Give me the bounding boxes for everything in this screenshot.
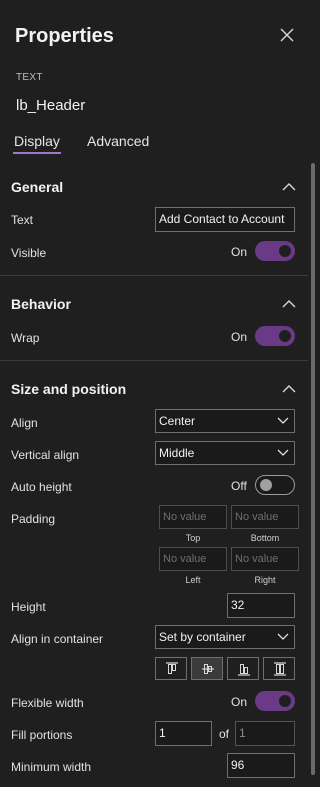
height-input[interactable]: 32 — [227, 593, 295, 618]
toggle-knob — [279, 245, 291, 257]
tab-display[interactable]: Display — [14, 133, 60, 149]
align-end-icon — [238, 664, 250, 676]
auto-height-toggle-state: Off — [231, 479, 247, 493]
visible-toggle[interactable] — [255, 241, 295, 261]
padding-top-caption: Top — [185, 533, 201, 543]
toggle-knob — [279, 330, 291, 342]
auto-height-property-label: Auto height — [11, 480, 72, 494]
padding-right-input[interactable]: No value — [231, 547, 299, 571]
minimum-width-property-label: Minimum width — [11, 760, 92, 774]
flexible-width-toggle-state: On — [231, 695, 248, 709]
collapse-general-button[interactable] — [281, 180, 297, 192]
align-property-label: Align — [11, 416, 38, 430]
padding-bottom-input[interactable]: No value — [231, 505, 299, 529]
align-in-container-property-label: Align in container — [11, 632, 104, 646]
padding-right-caption: Right — [254, 575, 276, 585]
chevron-down-icon — [277, 417, 289, 424]
auto-height-toggle[interactable] — [255, 475, 295, 495]
vertical-align-property-label: Vertical align — [11, 448, 80, 462]
align-in-container-select-value: Set by container — [159, 630, 246, 644]
chevron-up-icon — [282, 300, 296, 308]
wrap-toggle-state: On — [231, 330, 248, 344]
section-divider — [0, 360, 308, 361]
chevron-up-icon — [282, 385, 296, 393]
chevron-down-icon — [277, 633, 289, 640]
align-in-container-select[interactable]: Set by container — [155, 625, 295, 649]
collapse-behavior-button[interactable] — [281, 297, 297, 309]
padding-top-input[interactable]: No value — [159, 505, 227, 529]
flexible-width-property-label: Flexible width — [11, 696, 84, 710]
scrollbar-thumb[interactable] — [311, 163, 315, 775]
toggle-knob — [260, 479, 272, 491]
padding-property-label: Padding — [11, 512, 56, 526]
collapse-size-position-button[interactable] — [281, 382, 297, 394]
text-property-input[interactable]: Add Contact to Account — [155, 207, 295, 232]
properties-panel: Properties TEXT lb_Header Display Advanc… — [0, 0, 320, 787]
fill-portions-property-label: Fill portions — [11, 728, 73, 742]
panel-title: Properties — [15, 25, 114, 47]
align-select[interactable]: Center — [155, 409, 295, 433]
toggle-knob — [279, 695, 291, 707]
section-title-general: General — [11, 179, 64, 195]
align-center-icon — [202, 664, 214, 674]
section-divider — [0, 275, 308, 276]
align-start-icon — [166, 662, 178, 674]
vertical-align-select[interactable]: Middle — [155, 441, 295, 465]
control-type-label: TEXT — [16, 72, 43, 83]
align-center-button[interactable] — [191, 657, 223, 680]
visible-property-label: Visible — [11, 246, 47, 260]
section-title-size-position: Size and position — [11, 381, 127, 397]
chevron-up-icon — [282, 183, 296, 191]
wrap-toggle[interactable] — [255, 326, 295, 346]
fill-portions-input[interactable]: 1 — [155, 721, 212, 746]
minimum-width-input[interactable]: 96 — [227, 753, 295, 778]
active-tab-indicator — [13, 152, 61, 154]
chevron-down-icon — [277, 449, 289, 456]
control-name: lb_Header — [16, 97, 86, 114]
visible-toggle-state: On — [231, 245, 248, 259]
height-property-label: Height — [11, 600, 46, 614]
section-title-behavior: Behavior — [11, 296, 71, 312]
tab-advanced[interactable]: Advanced — [87, 133, 149, 149]
wrap-property-label: Wrap — [11, 331, 40, 345]
align-stretch-button[interactable] — [263, 657, 295, 680]
align-end-button[interactable] — [227, 657, 259, 680]
close-icon — [280, 28, 294, 42]
align-start-button[interactable] — [155, 657, 187, 680]
fill-portions-of-label: of — [219, 727, 230, 741]
text-property-label: Text — [11, 213, 34, 227]
align-stretch-icon — [274, 662, 286, 676]
close-button[interactable] — [276, 24, 298, 46]
fill-portions-total: 1 — [235, 721, 295, 746]
padding-left-caption: Left — [185, 575, 201, 585]
padding-bottom-caption: Bottom — [250, 533, 280, 543]
padding-left-input[interactable]: No value — [159, 547, 227, 571]
vertical-align-select-value: Middle — [159, 446, 195, 460]
flexible-width-toggle[interactable] — [255, 691, 295, 711]
align-select-value: Center — [159, 414, 196, 428]
